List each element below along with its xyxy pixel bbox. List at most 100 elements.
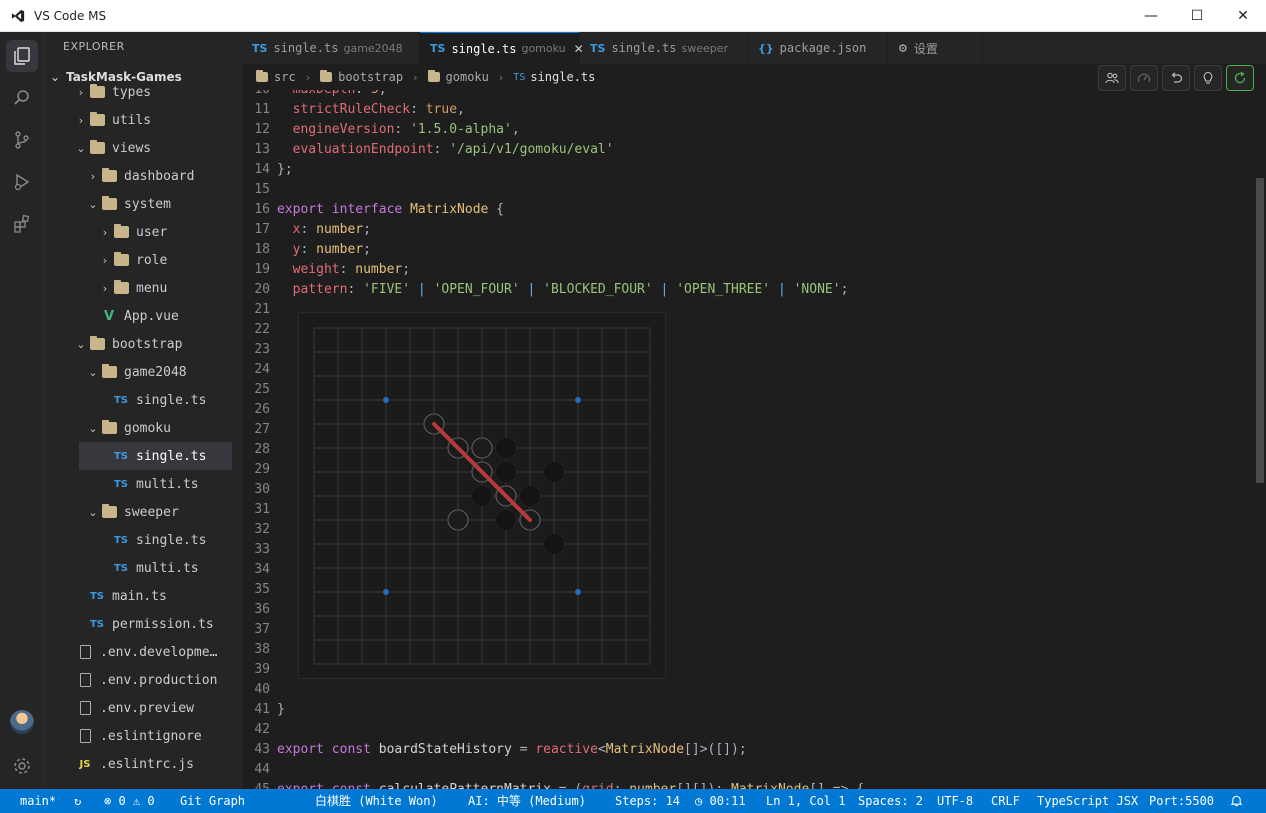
gomoku-board-canvas[interactable] [299,313,665,678]
speedometer-icon[interactable] [1130,65,1158,91]
tree-item-folder[interactable]: ⌄ system [44,190,242,218]
breadcrumb-item[interactable]: bootstrap [320,70,403,84]
code-token: MatrixNode [410,202,489,217]
code-line[interactable]: 45 export const calculatePatternMatrix = … [242,780,1254,789]
tree-item-folder[interactable]: ⌄ views [44,134,242,162]
lightbulb-icon[interactable] [1194,65,1222,91]
editor-tab[interactable]: TS single.ts sweeper [580,32,748,64]
editor-tab[interactable]: {} package.json [748,32,888,64]
tree-item-folder[interactable]: ⌄ game2048 [44,358,242,386]
code-line[interactable]: 42 [242,720,1254,740]
editor-tab[interactable]: TS single.ts game2048 [242,32,420,64]
undo-icon[interactable] [1162,65,1190,91]
maximize-button[interactable]: ☐ [1174,0,1220,32]
ai-level[interactable]: AI: 中等 (Medium) [468,789,586,813]
close-window-button[interactable]: ✕ [1220,0,1266,32]
tree-item-file[interactable]: .env.production [44,666,242,694]
tree-item-folder[interactable]: › user [44,218,242,246]
code-line[interactable]: 13 evaluationEndpoint: '/api/v1/gomoku/e… [242,140,1254,160]
tree-item-folder[interactable]: › utils [44,106,242,134]
tree-item-ts[interactable]: TS single.ts [44,386,242,414]
minimize-button[interactable]: — [1128,0,1174,32]
editor-scrollbar[interactable] [1254,90,1266,789]
tree-item-vue[interactable]: V App.vue [44,302,242,330]
line-number: 18 [254,242,270,257]
code-line[interactable]: 12 engineVersion: '1.5.0-alpha', [242,120,1254,140]
title-bar: VS Code MS — ☐ ✕ [0,0,1266,32]
line-ending[interactable]: CRLF [991,789,1020,813]
tree-item-ts[interactable]: TS multi.ts [44,554,242,582]
code-line[interactable]: 41} [242,700,1254,720]
gomoku-board[interactable] [298,312,666,679]
black-stone[interactable] [471,485,493,507]
code-line[interactable]: 20 pattern: 'FIVE' | 'OPEN_FOUR' | 'BLOC… [242,280,1254,300]
encoding[interactable]: UTF-8 [937,789,973,813]
restart-icon[interactable] [1226,65,1254,91]
tree-item-folder[interactable]: ⌄ sweeper [44,498,242,526]
indentation[interactable]: Spaces: 2 [858,789,923,813]
scrollbar-thumb[interactable] [1256,178,1264,483]
breadcrumb-item[interactable]: gomoku [427,70,489,84]
tree-item-file[interactable]: .env.preview [44,694,242,722]
live-share-icon[interactable] [1098,65,1126,91]
black-stone[interactable] [543,461,565,483]
tree-item-folder[interactable]: ⌄ bootstrap [44,330,242,358]
code-line[interactable]: 17 x: number; [242,220,1254,240]
tree-item-folder[interactable]: › menu [44,274,242,302]
run-debug-icon[interactable] [6,166,38,198]
live-server-port[interactable]: Port:5500 [1149,789,1214,813]
typescript-file-icon: TS [113,450,129,462]
notifications-bell-icon[interactable] [1230,789,1243,813]
explorer-icon[interactable] [6,40,38,72]
tree-item-js[interactable]: JS .eslintrc.js [44,750,242,778]
black-stone[interactable] [495,461,517,483]
source-control-icon[interactable] [6,124,38,156]
white-stone[interactable] [471,437,493,459]
sync-icon[interactable]: ↻ [74,789,81,813]
extensions-icon[interactable] [6,208,38,240]
breadcrumb-item[interactable]: TS single.ts [513,70,595,84]
code-line[interactable]: 16 export interface MatrixNode { [242,200,1254,220]
white-stone[interactable] [447,509,469,531]
language-mode[interactable]: TypeScript JSX [1037,789,1138,813]
star-point [383,589,389,595]
code-line[interactable]: 19 weight: number; [242,260,1254,280]
black-stone[interactable] [495,437,517,459]
code-token: ; [840,282,849,297]
cursor-position[interactable]: Ln 1, Col 1 [766,789,845,813]
code-line[interactable]: 10 maxDepth: 5, [242,90,1254,100]
editor-tab[interactable]: ⚙ 设置 [888,32,983,64]
folder-icon [112,252,130,267]
search-icon[interactable] [6,82,38,114]
code-line[interactable]: 14}; [242,160,1254,180]
black-stone[interactable] [519,485,541,507]
tree-item-ts[interactable]: TS single.ts [79,442,232,470]
code-line[interactable]: 44 [242,760,1254,780]
tree-item-folder[interactable]: › role [44,246,242,274]
tree-item-folder[interactable]: › dashboard [44,162,242,190]
code-token: number [629,782,676,789]
code-token: : [394,122,411,137]
gear-icon[interactable] [6,750,38,782]
account-avatar[interactable] [10,710,34,734]
tree-item-file[interactable]: .eslintignore [44,722,242,750]
code-line[interactable]: 18 y: number; [242,240,1254,260]
code-line[interactable]: 11 strictRuleCheck: true, [242,100,1254,120]
problems-indicator[interactable]: ⊗ 0 ⚠ 0 [104,789,155,813]
tree-item-folder[interactable]: › types [44,78,242,106]
breadcrumb-item[interactable]: src [256,70,296,84]
git-branch[interactable]: main* [20,789,56,813]
git-graph-button[interactable]: Git Graph [180,789,245,813]
black-stone[interactable] [543,533,565,555]
black-stone[interactable] [495,509,517,531]
editor-tab[interactable]: TS single.ts gomoku ✕ [420,32,584,64]
tree-item-ts[interactable]: TS main.ts [44,582,242,610]
tree-item-ts[interactable]: TS multi.ts [44,470,242,498]
tree-item-folder[interactable]: ⌄ gomoku [44,414,242,442]
code-line[interactable]: 43 export const boardStateHistory = react… [242,740,1254,760]
tree-item-ts[interactable]: TS permission.ts [44,610,242,638]
tree-item-ts[interactable]: TS single.ts [44,526,242,554]
tree-item-file[interactable]: .env.developme… [44,638,242,666]
code-line[interactable]: 40 [242,680,1254,700]
code-line[interactable]: 15 [242,180,1254,200]
